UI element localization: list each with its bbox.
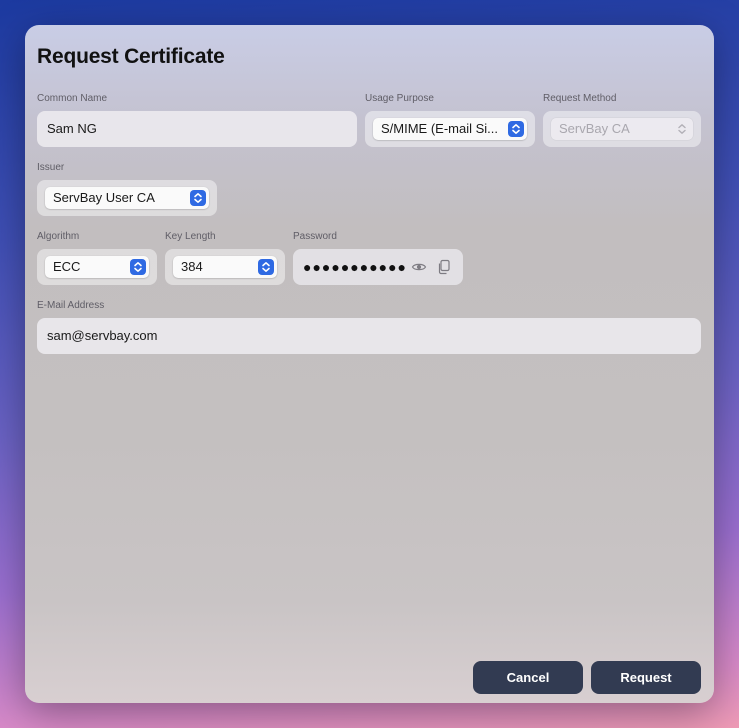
issuer-select[interactable]: ServBay User CA — [45, 187, 209, 209]
key-length-select[interactable]: 384 — [173, 256, 277, 278]
common-name-field[interactable]: Sam NG — [37, 111, 357, 147]
request-method-select: ServBay CA — [551, 118, 693, 140]
copy-icon[interactable] — [436, 259, 452, 275]
usage-purpose-container: S/MIME (E-mail Si... — [365, 111, 535, 147]
up-down-chevron-icon — [258, 259, 274, 275]
up-down-chevron-icon — [190, 190, 206, 206]
email-field[interactable]: sam@servbay.com — [37, 318, 701, 354]
eye-icon[interactable] — [411, 259, 427, 275]
request-method-container: ServBay CA — [543, 111, 701, 147]
request-method-value: ServBay CA — [559, 121, 630, 136]
request-button[interactable]: Request — [591, 661, 701, 694]
key-length-container: 384 — [165, 249, 285, 285]
common-name-label: Common Name — [37, 93, 108, 104]
algorithm-value: ECC — [53, 259, 81, 274]
password-value: ●●●●●●●●●●● — [303, 259, 408, 275]
usage-purpose-select[interactable]: S/MIME (E-mail Si... — [373, 118, 527, 140]
up-down-chevron-icon — [674, 121, 690, 137]
up-down-chevron-icon — [508, 121, 524, 137]
algorithm-select[interactable]: ECC — [45, 256, 149, 278]
usage-purpose-value: S/MIME (E-mail Si... — [381, 121, 499, 136]
email-label: E-Mail Address — [37, 300, 105, 311]
issuer-container: ServBay User CA — [37, 180, 217, 216]
password-field[interactable]: ●●●●●●●●●●● — [293, 249, 463, 285]
algorithm-container: ECC — [37, 249, 157, 285]
request-method-label: Request Method — [543, 93, 617, 104]
key-length-label: Key Length — [165, 231, 216, 242]
issuer-label: Issuer — [37, 162, 65, 173]
request-certificate-dialog: Request Certificate Common Name Sam NG U… — [25, 25, 714, 703]
algorithm-label: Algorithm — [37, 231, 80, 242]
password-label: Password — [293, 231, 337, 242]
up-down-chevron-icon — [130, 259, 146, 275]
key-length-value: 384 — [181, 259, 203, 274]
usage-purpose-label: Usage Purpose — [365, 93, 434, 104]
dialog-title: Request Certificate — [37, 45, 225, 68]
issuer-value: ServBay User CA — [53, 190, 155, 205]
cancel-button[interactable]: Cancel — [473, 661, 583, 694]
